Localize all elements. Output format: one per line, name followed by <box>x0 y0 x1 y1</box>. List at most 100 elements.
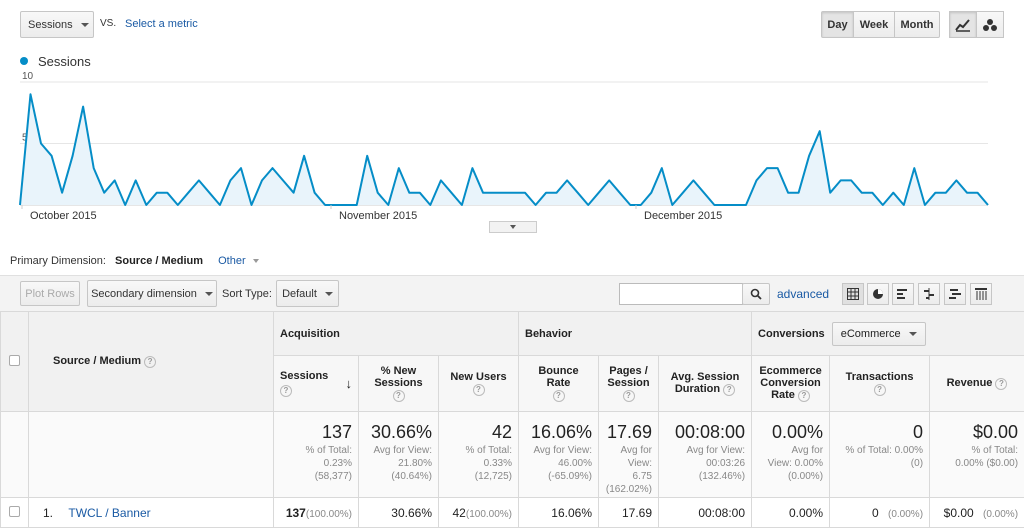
chevron-down-icon <box>324 291 333 296</box>
comparison-icon <box>924 288 934 300</box>
total-sessions: 137% of Total: 0.23% (58,377) <box>273 411 359 498</box>
pivot-view-button[interactable] <box>970 283 992 305</box>
comparison-view-button[interactable] <box>918 283 940 305</box>
x-tick-label: December 2015 <box>644 210 722 222</box>
row-checkbox-cell <box>0 497 29 528</box>
chevron-down-icon <box>204 291 213 296</box>
help-icon[interactable]: ? <box>723 383 736 396</box>
sort-type-dropdown[interactable]: Default <box>276 280 339 307</box>
behavior-group: Behavior <box>517 311 753 356</box>
bounce-rate-header[interactable]: Bounce Rate? <box>518 355 599 412</box>
total-bounce-rate: 16.06% Avg for View: 46.00% (-65.09%) <box>518 411 599 498</box>
secondary-dimension-dropdown[interactable]: Secondary dimension <box>87 280 217 307</box>
revenue-header[interactable]: Revenue ? <box>929 355 1024 412</box>
help-icon[interactable]: ? <box>552 389 565 402</box>
term-cloud-view-button[interactable] <box>944 283 966 305</box>
row-sessions: 137(100.00%) <box>273 497 359 528</box>
sessions-chart: 105October 2015 November 2015 December 201… <box>19 71 989 222</box>
sort-type-value: Default <box>282 287 317 300</box>
table-row[interactable]: 1. TWCL / Banner 137(100.00%) 30.66% 42(… <box>0 497 1024 528</box>
acquisition-label: Acquisition <box>280 327 340 340</box>
advanced-link[interactable]: advanced <box>777 287 829 301</box>
total-new-users: 42% of Total: 0.33% (12,725) <box>438 411 519 498</box>
pages-session-header[interactable]: Pages / Session? <box>598 355 659 412</box>
sort-type-label: Sort Type: <box>222 288 272 300</box>
help-icon[interactable]: ? <box>280 385 292 397</box>
sort-arrow-icon: ↓ <box>345 376 353 391</box>
help-icon[interactable]: ? <box>392 389 405 402</box>
plot-rows-button[interactable]: Plot Rows <box>20 281 80 306</box>
row-source-link[interactable]: TWCL / Banner <box>68 506 150 520</box>
table-icon <box>847 288 859 300</box>
row-ecom-rate: 0.00% <box>751 497 831 528</box>
new-sessions-header[interactable]: % New Sessions? <box>358 355 439 412</box>
sessions-header[interactable]: Sessions? ↓ <box>273 355 359 412</box>
totals-empty-dimension <box>28 411 274 498</box>
total-pages-session: 17.69 Avg for View: 6.75 (162.02%) <box>598 411 659 498</box>
conversions-group: Conversions eCommerce <box>751 311 1024 356</box>
performance-view-button[interactable] <box>892 283 914 305</box>
dimension-header[interactable]: Source / Medium ? <box>28 311 274 412</box>
transactions-header-label: Transactions <box>845 371 914 384</box>
help-icon[interactable]: ? <box>144 355 157 368</box>
sessions-header-label: Sessions <box>280 370 329 382</box>
help-icon[interactable]: ? <box>995 377 1008 390</box>
bar-chart-icon <box>897 289 907 299</box>
select-all-checkbox[interactable] <box>9 354 20 366</box>
avg-duration-header[interactable]: Avg. Session Duration ? <box>657 355 753 412</box>
primary-dimension-value[interactable]: Source / Medium <box>115 255 203 267</box>
term-cloud-icon <box>949 289 961 299</box>
totals-row: 137% of Total: 0.23% (58,377) 30.66% Avg fo… <box>0 411 1024 498</box>
conversions-dropdown[interactable]: eCommerce <box>831 321 926 346</box>
behavior-label: Behavior <box>525 327 573 340</box>
transactions-header[interactable]: Transactions? <box>829 355 931 412</box>
new-users-header-label: New Users <box>450 371 507 384</box>
other-dimension-link[interactable]: Other <box>218 255 246 267</box>
table-view-button[interactable] <box>842 283 864 305</box>
select-all-cell <box>0 311 29 412</box>
chevron-down-icon <box>252 259 259 264</box>
total-revenue: $0.00% of Total: 0.00% ($0.00) <box>929 411 1024 498</box>
total-new-sessions: 30.66% Avg for View: 21.80% (40.64%) <box>358 411 439 498</box>
row-index: 1. <box>43 505 54 520</box>
search-input[interactable] <box>619 283 743 305</box>
search-icon <box>750 288 762 300</box>
row-dimension: 1. TWCL / Banner <box>28 497 274 528</box>
conversions-dropdown-value: eCommerce <box>840 327 901 340</box>
row-bounce-rate: 16.06% <box>518 497 599 528</box>
pages-session-header-label: Pages / Session <box>607 365 650 390</box>
help-icon[interactable]: ? <box>622 389 635 402</box>
x-tick-label: October 2015 <box>30 210 97 222</box>
row-checkbox[interactable] <box>9 505 20 517</box>
chevron-down-icon <box>908 331 917 336</box>
primary-dimension-label: Primary Dimension: <box>10 255 106 267</box>
chevron-down-icon <box>510 225 516 229</box>
row-transactions: 0 (0.00%) <box>829 497 931 528</box>
search-button[interactable] <box>742 283 770 305</box>
pie-chart-icon <box>873 289 883 299</box>
totals-empty-check <box>0 411 29 498</box>
series-area <box>20 94 988 205</box>
y-tick-label: 10 <box>22 71 34 82</box>
row-pages-session: 17.69 <box>598 497 659 528</box>
new-sessions-header-label: % New Sessions <box>374 365 423 390</box>
total-ecom-rate: 0.00% Avg for View: 0.00% (0.00%) <box>751 411 831 498</box>
conversions-label: Conversions <box>758 327 825 340</box>
help-icon[interactable]: ? <box>873 383 886 396</box>
help-icon[interactable]: ? <box>472 383 485 396</box>
row-new-sessions: 30.66% <box>358 497 439 528</box>
chart-collapse-handle[interactable] <box>489 221 537 233</box>
x-tick-label: November 2015 <box>339 210 417 222</box>
total-transactions: 0% of Total: 0.00% (0) <box>829 411 931 498</box>
secondary-dimension-label: Secondary dimension <box>91 287 197 300</box>
ecom-rate-header[interactable]: Ecommerce Conversion Rate ? <box>751 355 831 412</box>
plot-rows-label: Plot Rows <box>25 287 75 300</box>
total-avg-duration: 00:08:00 Avg for View: 00:03:26 (132.46%) <box>657 411 753 498</box>
pie-view-button[interactable] <box>867 283 889 305</box>
report-table: Source / Medium ? Acquisition Behavior C… <box>0 311 1024 528</box>
help-icon[interactable]: ? <box>797 389 810 402</box>
new-users-header[interactable]: New Users? <box>438 355 519 412</box>
pivot-icon <box>975 288 987 300</box>
row-avg-duration: 00:08:00 <box>657 497 753 528</box>
row-new-users: 42(100.00%) <box>438 497 519 528</box>
